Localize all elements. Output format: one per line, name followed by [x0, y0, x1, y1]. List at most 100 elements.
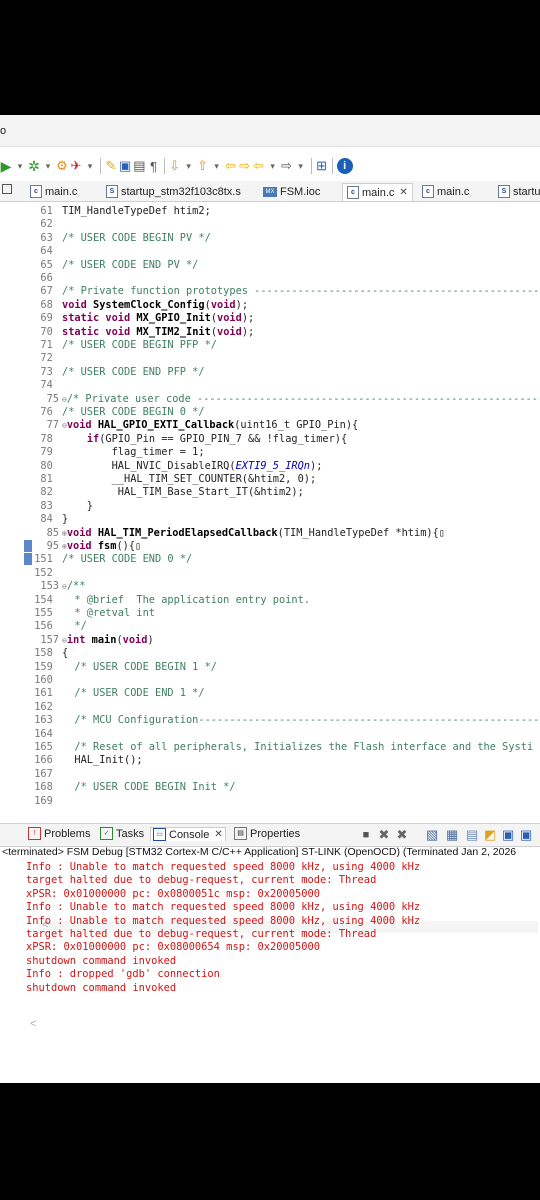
code-text: } — [62, 513, 69, 526]
code-line[interactable]: 169 — [24, 795, 62, 808]
code-line[interactable]: 163 /* MCU Configuration----------------… — [24, 714, 540, 727]
code-line[interactable]: 160 — [24, 674, 62, 687]
terminate-icon[interactable]: ■ — [360, 825, 372, 845]
code-line[interactable]: 73 /* USER CODE END PFP */ — [24, 366, 204, 379]
close-icon[interactable]: ✕ — [399, 187, 407, 198]
back-dropdown-icon[interactable]: ▾ — [267, 156, 279, 176]
tab-label: main.c — [437, 185, 470, 198]
display-console-icon[interactable]: ▣ — [502, 825, 514, 845]
run-icon[interactable]: ▶ — [0, 156, 12, 176]
code-line[interactable]: 156 */ — [24, 620, 87, 633]
minimize-icon[interactable] — [2, 184, 12, 194]
code-line[interactable]: 153 ⊖/** — [24, 580, 85, 593]
open-console-icon[interactable]: ▣ — [520, 825, 532, 845]
toggle-icon[interactable]: ▤ — [133, 156, 145, 176]
tab-main-c-3[interactable]: c main.c — [422, 183, 469, 200]
paragraph-icon[interactable]: ¶ — [148, 156, 160, 176]
code-line[interactable]: 66 — [24, 272, 62, 285]
back-icon[interactable]: ⇦ — [253, 156, 265, 176]
tab-problems[interactable]: ! Problems — [28, 827, 90, 840]
close-icon[interactable]: ✕ — [214, 829, 222, 840]
code-line[interactable]: 164 — [24, 728, 62, 741]
console-output[interactable]: Info : Unable to match requested speed 8… — [26, 861, 540, 995]
debug-icon[interactable]: ✲ — [28, 156, 40, 176]
code-line[interactable]: 155 * @retval int — [24, 607, 155, 620]
prev-annotation-dropdown-icon[interactable]: ▾ — [211, 156, 223, 176]
code-line[interactable]: 72 — [24, 352, 62, 365]
code-editor[interactable]: 61 TIM_HandleTypeDef htim2; 62 63 /* USER… — [24, 203, 540, 807]
clear-console-icon[interactable]: ▧ — [426, 825, 438, 845]
code-line[interactable]: 75 ⊖/* Private user code ----------------… — [24, 393, 540, 406]
tab-properties[interactable]: ▤ Properties — [234, 827, 300, 840]
tab-startup-s[interactable]: S startup_stm32f103c8tx.s — [106, 183, 241, 200]
code-line[interactable]: 83 } — [24, 500, 93, 513]
scroll-left-arrow[interactable]: < — [30, 1018, 36, 1030]
remove-all-icon[interactable]: ✖ — [396, 825, 408, 845]
pencil-icon[interactable]: ✎ — [105, 156, 117, 176]
code-line[interactable]: 154 * @brief The application entry point… — [24, 594, 310, 607]
code-line[interactable]: 65 /* USER CODE END PV */ — [24, 259, 198, 272]
code-line[interactable]: 162 — [24, 701, 62, 714]
tab-console[interactable]: ▭ Console ✕ — [150, 827, 226, 841]
tab-fsm-ioc[interactable]: MX FSM.ioc — [263, 183, 320, 200]
forward-dropdown-icon[interactable]: ▾ — [295, 156, 307, 176]
code-line[interactable]: 64 — [24, 245, 62, 258]
info-icon[interactable]: i — [336, 158, 353, 174]
code-line[interactable]: 70 static void MX_TIM2_Init(void); — [24, 326, 254, 339]
code-line[interactable]: 158 { — [24, 647, 68, 660]
line-number: 82 — [40, 486, 59, 499]
tab-label: FSM.ioc — [280, 185, 321, 198]
remove-launch-icon[interactable]: ✖ — [378, 825, 390, 845]
prev-annotation-icon[interactable]: ⇧ — [197, 156, 209, 176]
code-line[interactable]: 77 ⊖void HAL_GPIO_EXTI_Callback(uint16_t … — [24, 419, 359, 432]
console-horizontal-scrollbar[interactable]: < — [26, 1018, 540, 1032]
code-line[interactable]: 159 /* USER CODE BEGIN 1 */ — [24, 661, 217, 674]
code-line[interactable]: 81 __HAL_TIM_SET_COUNTER(&htim2, 0); — [24, 473, 316, 486]
code-line[interactable]: 165 /* Reset of all peripherals, Initial… — [24, 741, 533, 754]
pin-console-icon[interactable]: ◩ — [484, 825, 496, 845]
code-line[interactable]: 79 flag_timer = 1; — [24, 446, 204, 459]
tab-startup-partial[interactable]: S startu — [498, 183, 540, 200]
code-line[interactable]: 68 void SystemClock_Config(void); — [24, 299, 248, 312]
code-line[interactable]: 76 /* USER CODE BEGIN 0 */ — [24, 406, 204, 419]
open-perspective-icon[interactable]: ⊞ — [316, 156, 328, 176]
scroll-lock-icon[interactable]: ▦ — [446, 825, 458, 845]
code-line[interactable]: 67 /* Private function prototypes ------… — [24, 285, 540, 298]
code-line[interactable]: 168 /* USER CODE BEGIN Init */ — [24, 781, 235, 794]
code-line[interactable]: 62 — [24, 218, 62, 231]
code-line[interactable]: 167 — [24, 768, 62, 781]
debug-dropdown-icon[interactable]: ▾ — [42, 156, 54, 176]
code-line[interactable]: 74 — [24, 379, 62, 392]
code-line[interactable]: 84 } — [24, 513, 68, 526]
external-tools-dropdown-icon[interactable]: ▾ — [84, 156, 96, 176]
tab-tasks[interactable]: ✓ Tasks — [100, 827, 144, 840]
run-dropdown-icon[interactable]: ▾ — [14, 156, 26, 176]
external-tools-icon[interactable]: ✈ — [70, 156, 82, 176]
code-line[interactable]: 151 /* USER CODE END 0 */ — [24, 553, 192, 566]
code-line[interactable]: 69 static void MX_GPIO_Init(void); — [24, 312, 254, 325]
code-line[interactable]: 95 ⊕void fsm(){▯ — [24, 540, 142, 553]
code-text: /* Private user code -------------------… — [66, 392, 540, 405]
word-wrap-icon[interactable]: ▤ — [466, 825, 478, 845]
code-line[interactable]: 161 /* USER CODE END 1 */ — [24, 687, 204, 700]
line-number: 166 — [34, 754, 59, 767]
code-line[interactable]: 166 HAL_Init(); — [24, 754, 142, 767]
code-line[interactable]: 80 HAL_NVIC_DisableIRQ(EXTI9_5_IRQn); — [24, 460, 322, 473]
code-line[interactable]: 71 /* USER CODE BEGIN PFP */ — [24, 339, 217, 352]
code-line[interactable]: 152 — [24, 567, 62, 580]
code-line[interactable]: 61 TIM_HandleTypeDef htim2; — [24, 205, 210, 218]
next-annotation-icon[interactable]: ⇩ — [169, 156, 181, 176]
code-line[interactable]: 157 ⊖int main(void) — [24, 634, 153, 647]
last-edit-icon[interactable]: ⇦ — [225, 156, 237, 176]
highlight-icon[interactable]: ▣ — [119, 156, 131, 176]
code-line[interactable]: 78 if(GPIO_Pin == GPIO_PIN_7 && !flag_ti… — [24, 433, 347, 446]
code-line[interactable]: 63 /* USER CODE BEGIN PV */ — [24, 232, 210, 245]
code-line[interactable]: 82 HAL_TIM_Base_Start_IT(&htim2); — [24, 486, 303, 499]
tab-main-c-1[interactable]: c main.c — [30, 183, 77, 200]
tab-main-c-active[interactable]: c main.c ✕ — [342, 183, 413, 201]
edit-nav-icon[interactable]: ⇨ — [239, 156, 251, 176]
code-line[interactable]: 85 ⊕void HAL_TIM_PeriodElapsedCallback(TI… — [24, 527, 445, 540]
forward-icon[interactable]: ⇨ — [281, 156, 293, 176]
tools-icon[interactable]: ⚙ — [56, 156, 68, 176]
next-annotation-dropdown-icon[interactable]: ▾ — [183, 156, 195, 176]
